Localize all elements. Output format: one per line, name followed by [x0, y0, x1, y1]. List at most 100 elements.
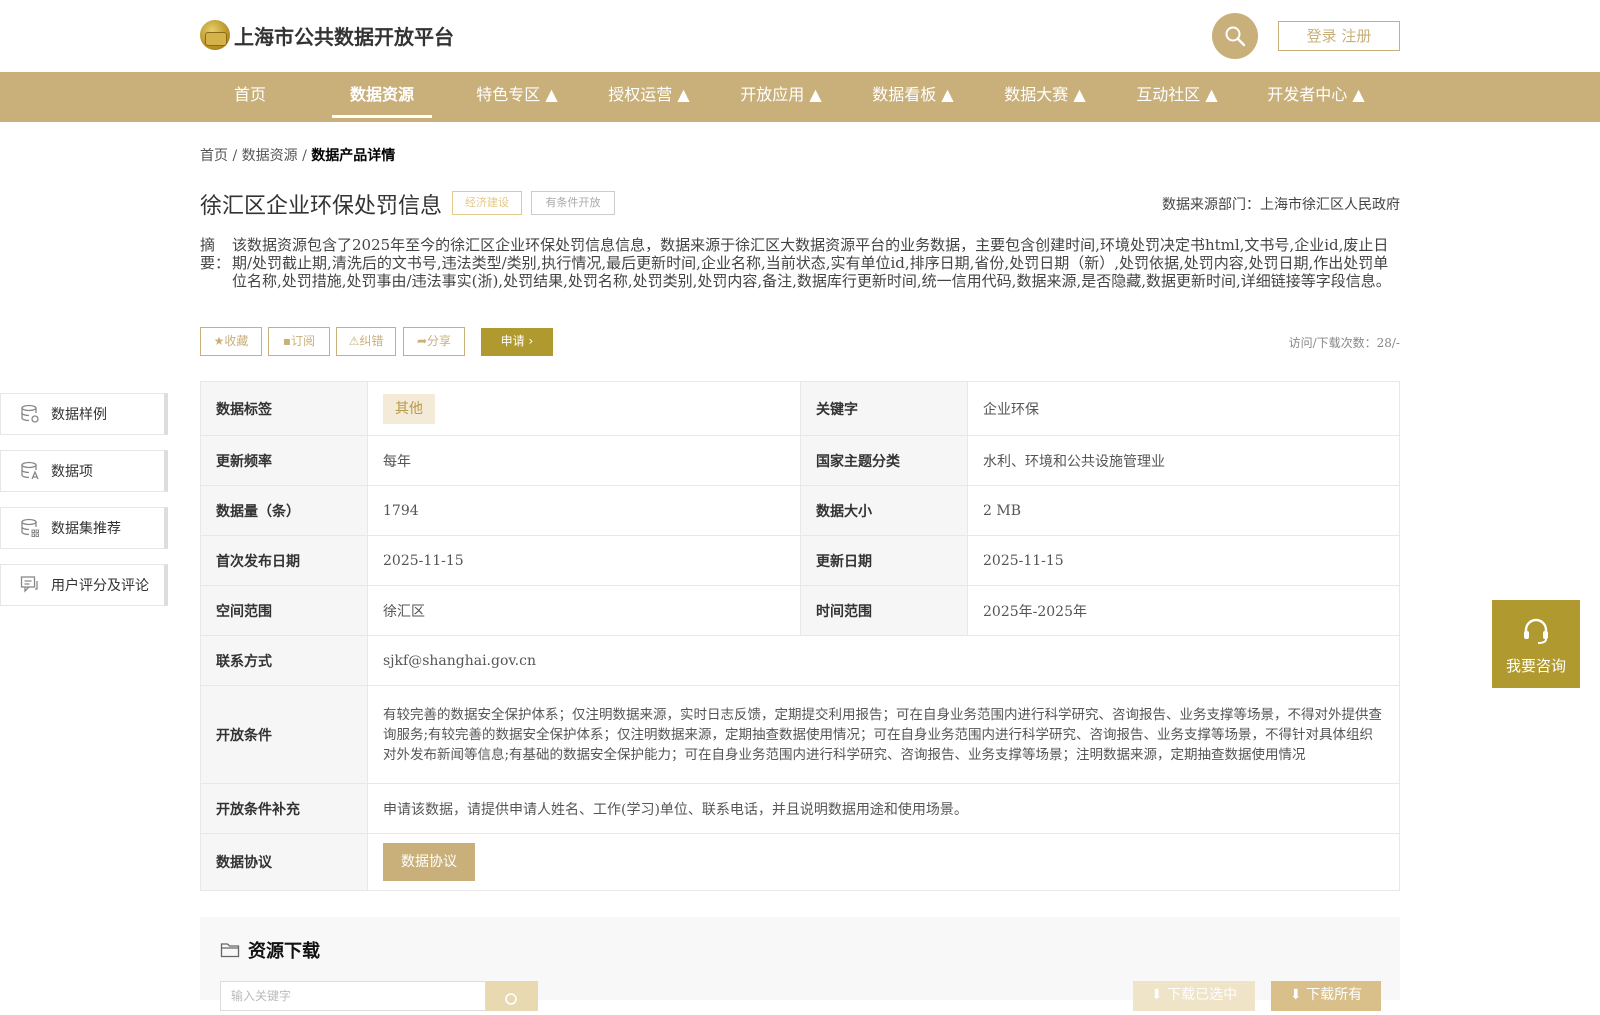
info-value: 徐汇区: [367, 585, 801, 636]
report-error-button[interactable]: ⚠纠错: [336, 327, 396, 356]
resource-download-label: 资源下载: [248, 941, 320, 962]
nav-item-community[interactable]: 互动社区 ▲: [1122, 72, 1232, 122]
download-selected-button[interactable]: ⬇ 下载已选中: [1133, 981, 1255, 1011]
main-nav: 首页 数据资源 特色专区 ▲ 授权运营 ▲ 开放应用 ▲ 数据看板 ▲ 数据大赛…: [0, 72, 1600, 122]
nav-item-open-apps[interactable]: 开放应用 ▲: [726, 72, 836, 122]
sidebar-item-label: 用户评分及评论: [51, 578, 149, 594]
info-label: 首次发布日期: [200, 535, 368, 586]
share-label: 分享: [427, 334, 452, 348]
headset-icon: [1524, 618, 1548, 644]
database-icon: [19, 403, 41, 425]
info-label: 更新频率: [200, 435, 368, 486]
sidebar-item-data-fields[interactable]: 数据项: [0, 450, 168, 492]
database-field-icon: [19, 460, 41, 482]
site-logo[interactable]: 上海市公共数据开放平台: [200, 20, 454, 50]
apply-button[interactable]: 申请 ›: [481, 328, 553, 356]
login-register-button[interactable]: 登录 注册: [1278, 21, 1400, 51]
resource-download-title: 资源下载: [220, 937, 320, 963]
abstract-label: 摘要：: [200, 236, 231, 272]
breadcrumb-home[interactable]: 首页: [200, 148, 228, 164]
search-button[interactable]: [1212, 13, 1258, 59]
favorite-button[interactable]: ★收藏: [200, 327, 262, 356]
open-conditions-text: 有较完善的数据安全保护体系；仅注明数据来源，实时日志反馈，定期提交利用报告；可在…: [367, 685, 1400, 784]
info-value: 2025-11-15: [967, 535, 1400, 586]
nav-item-data-contest[interactable]: 数据大赛 ▲: [990, 72, 1100, 122]
visit-download-count: 访问/下载次数：28/-: [1288, 336, 1400, 350]
breadcrumb-separator: /: [232, 148, 238, 164]
resource-download-section: 资源下载 输入关键字 ⬇ 下载已选中 ⬇ 下载所有: [200, 917, 1400, 1011]
info-label: 数据量（条）: [200, 485, 368, 536]
logo-icon: [200, 20, 230, 50]
download-all-label: 下载所有: [1306, 987, 1363, 1003]
info-value: 1794: [367, 485, 801, 536]
star-icon: ★: [213, 334, 225, 348]
comment-icon: [19, 574, 41, 596]
table-row: 开放条件 有较完善的数据安全保护体系；仅注明数据来源，实时日志反馈，定期提交利用…: [200, 685, 1400, 784]
download-search-input[interactable]: 输入关键字: [220, 981, 486, 1011]
database-grid-icon: [19, 517, 41, 539]
nav-item-data-dashboard[interactable]: 数据看板 ▲: [858, 72, 968, 122]
breadcrumb-current: 数据产品详情: [311, 148, 396, 164]
nav-item-data-resources[interactable]: 数据资源: [332, 72, 432, 122]
table-row: 联系方式 sjkf@shanghai.gov.cn: [200, 635, 1400, 686]
table-row: 首次发布日期 2025-11-15 更新日期 2025-11-15: [200, 535, 1400, 586]
data-tag-pill[interactable]: 其他: [383, 393, 435, 424]
table-row: 空间范围 徐汇区 时间范围 2025年-2025年: [200, 585, 1400, 636]
data-protocol-button[interactable]: 数据协议: [383, 843, 475, 881]
dataset-info-table: 数据标签 其他 关键字 企业环保 更新频率 每年 国家主题分类 水利、环境和公共…: [200, 381, 1400, 891]
info-label: 关键字: [800, 381, 968, 436]
sidebar-item-data-sample[interactable]: 数据样例: [0, 393, 168, 435]
info-value: 企业环保: [967, 381, 1400, 436]
info-value: 2025年-2025年: [967, 585, 1400, 636]
report-label: 纠错: [359, 334, 384, 348]
nav-item-special-zones[interactable]: 特色专区 ▲: [462, 72, 572, 122]
breadcrumb: 首页 / 数据资源 / 数据产品详情: [200, 145, 395, 165]
info-value: 每年: [367, 435, 801, 486]
contact-email: sjkf@shanghai.gov.cn: [367, 635, 1400, 686]
table-row: 数据标签 其他 关键字 企业环保: [200, 381, 1400, 436]
table-row: 数据协议 数据协议: [200, 833, 1400, 891]
download-search-button[interactable]: [486, 981, 538, 1011]
nav-item-authorized-ops[interactable]: 授权运营 ▲: [594, 72, 704, 122]
subscribe-button[interactable]: ▪订阅: [268, 327, 330, 356]
access-tag: 有条件开放: [531, 191, 615, 215]
info-label: 时间范围: [800, 585, 968, 636]
apply-label: 申请: [500, 334, 525, 348]
info-label: 数据协议: [200, 833, 368, 891]
subscribe-label: 订阅: [291, 334, 316, 348]
abstract-text: 该数据资源包含了2025年至今的徐汇区企业环保处罚信息信息，数据来源于徐汇区大数…: [232, 236, 1391, 290]
info-value: 水利、环境和公共设施管理业: [967, 435, 1400, 486]
info-label: 数据标签: [200, 381, 368, 436]
info-label: 联系方式: [200, 635, 368, 686]
info-value: 其他: [367, 381, 801, 436]
info-value: 2025-11-15: [367, 535, 801, 586]
share-icon: ➦: [416, 334, 428, 348]
info-value: 数据协议: [367, 833, 1400, 891]
favorite-label: 收藏: [224, 334, 249, 348]
sidebar-item-dataset-recommend[interactable]: 数据集推荐: [0, 507, 168, 549]
consult-button[interactable]: 我要咨询: [1492, 600, 1580, 688]
open-conditions-supplement: 申请该数据，请提供申请人姓名、工作(学习)单位、联系电话，并且说明数据用途和使用…: [367, 783, 1400, 834]
info-value: 2 MB: [967, 485, 1400, 536]
nav-item-developer[interactable]: 开发者中心 ▲: [1254, 72, 1378, 122]
nav-item-home[interactable]: 首页: [200, 72, 300, 122]
download-all-button[interactable]: ⬇ 下载所有: [1271, 981, 1381, 1011]
dataset-title: 徐汇区企业环保处罚信息: [200, 194, 443, 219]
breadcrumb-section[interactable]: 数据资源: [242, 148, 298, 164]
share-button[interactable]: ➦分享: [403, 327, 465, 356]
info-label: 空间范围: [200, 585, 368, 636]
download-selected-label: 下载已选中: [1167, 987, 1238, 1003]
sidebar-item-label: 数据集推荐: [51, 521, 121, 537]
bookmark-icon: ▪: [282, 334, 292, 348]
download-icon: ⬇: [1289, 987, 1302, 1003]
consult-label: 我要咨询: [1505, 657, 1566, 675]
table-row: 更新频率 每年 国家主题分类 水利、环境和公共设施管理业: [200, 435, 1400, 486]
folder-icon: [220, 943, 240, 958]
header: 上海市公共数据开放平台 登录 注册: [0, 0, 1600, 72]
sidebar-item-ratings-comments[interactable]: 用户评分及评论: [0, 564, 168, 606]
category-tag[interactable]: 经济建设: [452, 191, 522, 215]
search-icon: [505, 993, 517, 1005]
info-label: 开放条件补充: [200, 783, 368, 834]
chevron-right-icon: ›: [528, 334, 534, 348]
table-row: 数据量（条） 1794 数据大小 2 MB: [200, 485, 1400, 536]
